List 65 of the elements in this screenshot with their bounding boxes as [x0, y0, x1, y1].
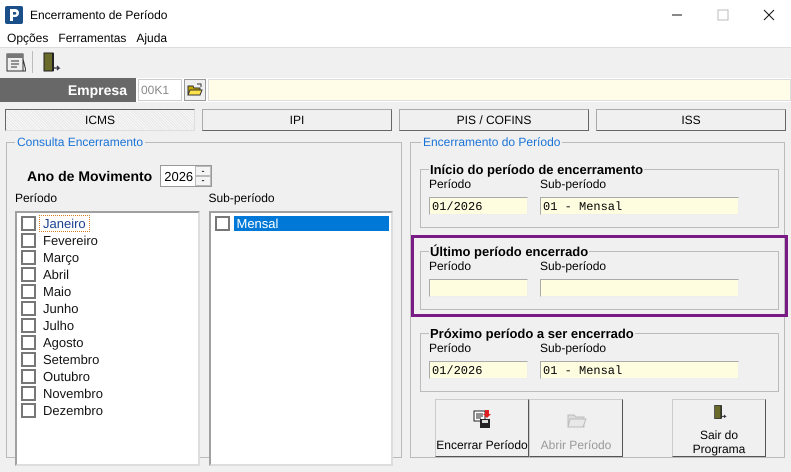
list-item[interactable]: Dezembro: [40, 403, 106, 418]
group-title: Início do período de encerramento: [429, 162, 644, 177]
company-label: Empresa: [0, 78, 136, 102]
year-label: Ano de Movimento: [27, 168, 152, 184]
list-item[interactable]: Março: [40, 250, 82, 265]
checkbox[interactable]: [214, 216, 230, 231]
checkbox[interactable]: [21, 301, 36, 316]
list-label: Sub-período: [208, 191, 276, 205]
company-name-field[interactable]: [208, 79, 791, 101]
checkbox[interactable]: [21, 403, 36, 418]
window-title: Encerramento de Período: [30, 8, 168, 22]
action-button[interactable]: Encerrar Período: [435, 399, 529, 457]
year-spinner[interactable]: 2026: [160, 165, 212, 187]
group-title: Próximo período a ser encerrado: [429, 326, 635, 341]
list-item[interactable]: Agosto: [40, 335, 86, 350]
menu-item[interactable]: Opções: [2, 31, 54, 45]
list-item[interactable]: Fevereiro: [40, 233, 101, 248]
checkbox[interactable]: [21, 335, 36, 350]
checkbox[interactable]: [21, 352, 36, 367]
panel-title: Consulta Encerramento: [16, 135, 144, 149]
checkbox[interactable]: [21, 284, 36, 299]
list-item[interactable]: Mensal: [234, 216, 389, 231]
subperiod-field[interactable]: 01 - Mensal: [540, 361, 739, 379]
folder-button[interactable]: [184, 79, 206, 101]
company-code-field[interactable]: 00K1: [138, 79, 182, 101]
list-item[interactable]: Janeiro: [40, 216, 89, 231]
field-label: Sub-período: [540, 259, 608, 273]
period-field[interactable]: 01/2026: [429, 197, 528, 215]
group-title: Último período encerrado: [429, 244, 590, 259]
action-button[interactable]: Sair do Programa: [672, 399, 766, 457]
list-item[interactable]: Abril: [40, 267, 72, 282]
tab[interactable]: ISS: [596, 109, 786, 131]
list-item[interactable]: Julho: [40, 318, 78, 333]
field-label: Sub-período: [540, 341, 608, 355]
subperiod-field[interactable]: [540, 279, 739, 297]
list-item[interactable]: Outubro: [40, 369, 93, 384]
list-label: Período: [15, 191, 58, 205]
subperiod-field[interactable]: 01 - Mensal: [540, 197, 739, 215]
checkbox[interactable]: [21, 267, 36, 282]
checkbox[interactable]: [21, 369, 36, 384]
checkbox[interactable]: [21, 233, 36, 248]
tab[interactable]: IPI: [202, 109, 392, 131]
list-item[interactable]: Novembro: [40, 386, 106, 401]
spin-arrows-icon[interactable]: [195, 166, 212, 186]
field-label: Período: [429, 259, 472, 273]
tab[interactable]: ICMS: [5, 109, 195, 131]
checkbox[interactable]: [21, 386, 36, 401]
period-field[interactable]: 01/2026: [429, 361, 528, 379]
list-item[interactable]: Setembro: [40, 352, 102, 367]
checkbox[interactable]: [21, 250, 36, 265]
close-icon[interactable]: [763, 8, 775, 20]
field-label: Sub-período: [540, 177, 608, 191]
menu-item[interactable]: Ferramentas: [53, 31, 132, 45]
tab[interactable]: PIS / COFINS: [399, 109, 589, 131]
checkbox[interactable]: [21, 216, 36, 231]
period-field[interactable]: [429, 279, 528, 297]
list-item[interactable]: Junho: [40, 301, 82, 316]
app-icon: [5, 6, 23, 24]
document-disk-icon: [471, 408, 493, 430]
checkbox[interactable]: [21, 318, 36, 333]
field-label: Período: [429, 177, 472, 191]
panel-title: Encerramento do Período: [422, 135, 562, 149]
field-label: Período: [429, 341, 472, 355]
menu-item[interactable]: Ajuda: [131, 31, 172, 45]
list-item[interactable]: Maio: [40, 284, 74, 299]
